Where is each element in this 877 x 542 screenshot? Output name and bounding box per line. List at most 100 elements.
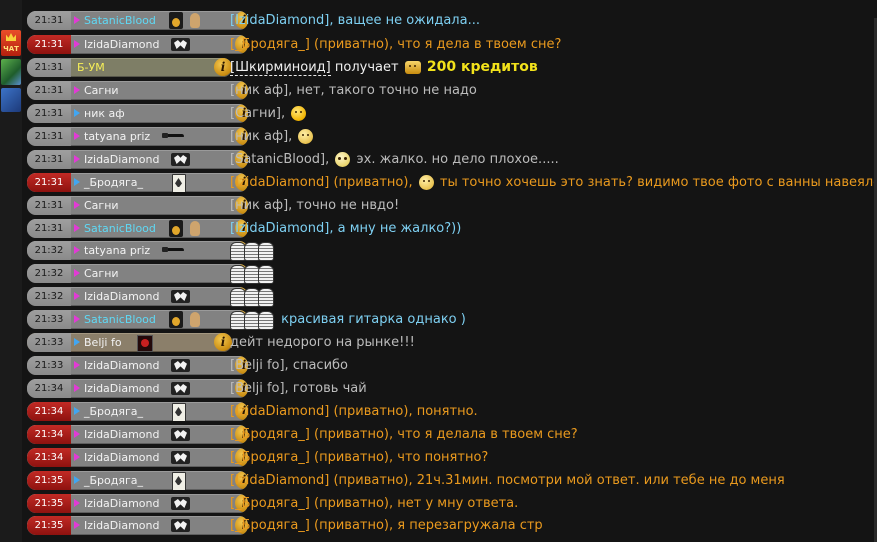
nick-label[interactable]: IzidaDiamond <box>84 35 159 54</box>
message-badge[interactable]: 21:34 _Бродяга_ i <box>27 402 248 421</box>
chat-crown-icon[interactable]: ЧАТ <box>1 30 21 56</box>
message-badge[interactable]: 21:31 Сагни i <box>27 196 248 215</box>
message-text: [IzidaDiamond] (приватно), ты точно хоче… <box>230 175 874 190</box>
message-text <box>230 263 277 284</box>
mummy-smiley-icon <box>230 311 274 330</box>
nick-label[interactable]: SatanicBlood <box>84 11 156 30</box>
coin-smiley-icon <box>404 61 421 74</box>
message-text: дейт недорого на рынке!!! <box>230 335 415 350</box>
nick-label[interactable]: IzidaDiamond <box>84 516 159 535</box>
cards-icon <box>172 472 186 490</box>
message-badge[interactable]: 21:33 Belji fo i <box>27 333 232 352</box>
message-badge[interactable]: 21:34 IzidaDiamond i <box>27 379 248 398</box>
smiley-icon <box>298 129 314 144</box>
nick-label[interactable]: IzidaDiamond <box>84 356 159 375</box>
nick-marker-icon <box>74 499 80 507</box>
nick-marker-icon <box>74 201 80 209</box>
message-badge[interactable]: 21:33 IzidaDiamond i <box>27 356 248 375</box>
message-badge[interactable]: 21:32 Сагни i <box>27 264 248 283</box>
message-badge[interactable]: 21:32 tatyana priz i <box>27 241 248 260</box>
nick-marker-icon <box>74 521 80 529</box>
credit-recipient[interactable]: [Шкирминоид] <box>230 60 331 76</box>
nick-label[interactable]: Сагни <box>84 264 119 283</box>
chat-row: 21:34 IzidaDiamond i [_Бродяга_] (приват… <box>22 447 874 468</box>
chat-row: 21:33 IzidaDiamond i [Belji fo], спасибо <box>22 355 874 376</box>
message-badge[interactable]: 21:34 IzidaDiamond i <box>27 425 248 444</box>
mask-icon <box>171 497 190 510</box>
nick-label[interactable]: ник аф <box>84 104 125 123</box>
message-text: [Belji fo], готовь чай <box>230 381 367 396</box>
nick-label[interactable]: IzidaDiamond <box>84 425 159 444</box>
knife-icon <box>162 247 184 252</box>
message-badge[interactable]: 21:31 tatyana priz i <box>27 127 248 146</box>
left-toolbar: ЧАТ <box>0 0 22 542</box>
chat-row: 21:33 SatanicBlood i красивая гитарка од… <box>22 309 874 330</box>
nick-label[interactable]: _Бродяга_ <box>84 173 143 192</box>
nick-label[interactable]: Сагни <box>84 81 119 100</box>
message-text: [ник аф], нет, такого точно не надо <box>230 83 477 98</box>
message-badge[interactable]: 21:32 IzidaDiamond i <box>27 287 248 306</box>
message-time: 21:34 <box>27 402 71 421</box>
message-text: [Шкирминоид] получает 200 кредитов <box>230 57 538 78</box>
nick-label[interactable]: SatanicBlood <box>84 219 156 238</box>
message-text: [IzidaDiamond] (приватно), понятно. <box>230 404 478 419</box>
nick-label[interactable]: tatyana priz <box>84 241 150 260</box>
message-time: 21:31 <box>27 81 71 100</box>
chat-row: 21:31 _Бродяга_ i [IzidaDiamond] (приват… <box>22 172 874 193</box>
message-badge[interactable]: 21:31 _Бродяга_ i <box>27 173 248 192</box>
tab-icon[interactable] <box>1 88 21 112</box>
message-badge[interactable]: 21:31 ник аф i <box>27 104 248 123</box>
nick-label[interactable]: IzidaDiamond <box>84 448 159 467</box>
mummy-smiley-icon <box>230 242 274 261</box>
nick-label[interactable]: _Бродяга_ <box>84 471 143 490</box>
message-badge[interactable]: 21:31 IzidaDiamond i <box>27 150 248 169</box>
message-time: 21:32 <box>27 287 71 306</box>
mask-icon <box>171 290 190 303</box>
skull-smiley-icon <box>335 152 351 167</box>
message-time: 21:35 <box>27 494 71 513</box>
mummy-smiley-icon <box>230 265 274 284</box>
chat-row: 21:32 IzidaDiamond i <box>22 286 874 307</box>
nick-marker-icon <box>74 86 80 94</box>
credit-amount: 200 кредитов <box>426 59 538 75</box>
chat-row: 21:31 SatanicBlood i [IzidaDiamond], а м… <box>22 218 874 239</box>
nick-label[interactable]: Belji fo <box>84 333 122 352</box>
nick-marker-icon <box>74 132 80 140</box>
message-badge[interactable]: 21:31 IzidaDiamond i <box>27 35 248 54</box>
avatar-icon[interactable] <box>1 59 21 85</box>
nick-label[interactable]: Б-УМ <box>77 58 105 77</box>
message-badge[interactable]: 21:35 IzidaDiamond i <box>27 494 248 513</box>
message-badge[interactable]: 21:31 SatanicBlood i <box>27 11 248 30</box>
message-text: [Belji fo], спасибо <box>230 358 349 373</box>
nick-label[interactable]: IzidaDiamond <box>84 379 159 398</box>
red-emblem-icon <box>137 335 153 352</box>
nick-label[interactable]: _Бродяга_ <box>84 402 143 421</box>
nick-marker-icon <box>74 269 80 277</box>
message-badge[interactable]: 21:35 IzidaDiamond i <box>27 516 248 535</box>
credit-verb: получает <box>334 60 399 75</box>
nick-label[interactable]: SatanicBlood <box>84 310 156 329</box>
message-badge[interactable]: 21:31 Сагни i <box>27 81 248 100</box>
chat-row: 21:31 ник аф i [Сагни], <box>22 103 874 124</box>
message-badge[interactable]: 21:33 SatanicBlood i <box>27 310 248 329</box>
nick-label[interactable]: Сагни <box>84 196 119 215</box>
message-badge[interactable]: 21:34 IzidaDiamond i <box>27 448 248 467</box>
mask-icon <box>171 38 190 51</box>
chat-row: 21:31 Сагни i [ник аф], нет, такого точн… <box>22 80 874 101</box>
message-badge[interactable]: 21:31 Б-УМ i <box>27 58 232 77</box>
message-text: [ник аф], точно не нвдо! <box>230 198 400 213</box>
message-time: 21:31 <box>27 173 71 192</box>
nick-marker-icon <box>74 476 80 484</box>
message-text: [SatanicBlood], эх. жалко. но дело плохо… <box>230 152 559 167</box>
nick-label[interactable]: IzidaDiamond <box>84 150 159 169</box>
nick-label[interactable]: IzidaDiamond <box>84 494 159 513</box>
nick-label[interactable]: IzidaDiamond <box>84 287 159 306</box>
message-badge[interactable]: 21:35 _Бродяга_ i <box>27 471 248 490</box>
mask-icon <box>171 451 190 464</box>
chat-row: 21:32 Сагни i <box>22 263 874 284</box>
message-badge[interactable]: 21:31 SatanicBlood i <box>27 219 248 238</box>
guitar-icon <box>169 311 183 328</box>
message-text <box>230 286 277 307</box>
message-time: 21:31 <box>27 58 71 77</box>
nick-label[interactable]: tatyana priz <box>84 127 150 146</box>
